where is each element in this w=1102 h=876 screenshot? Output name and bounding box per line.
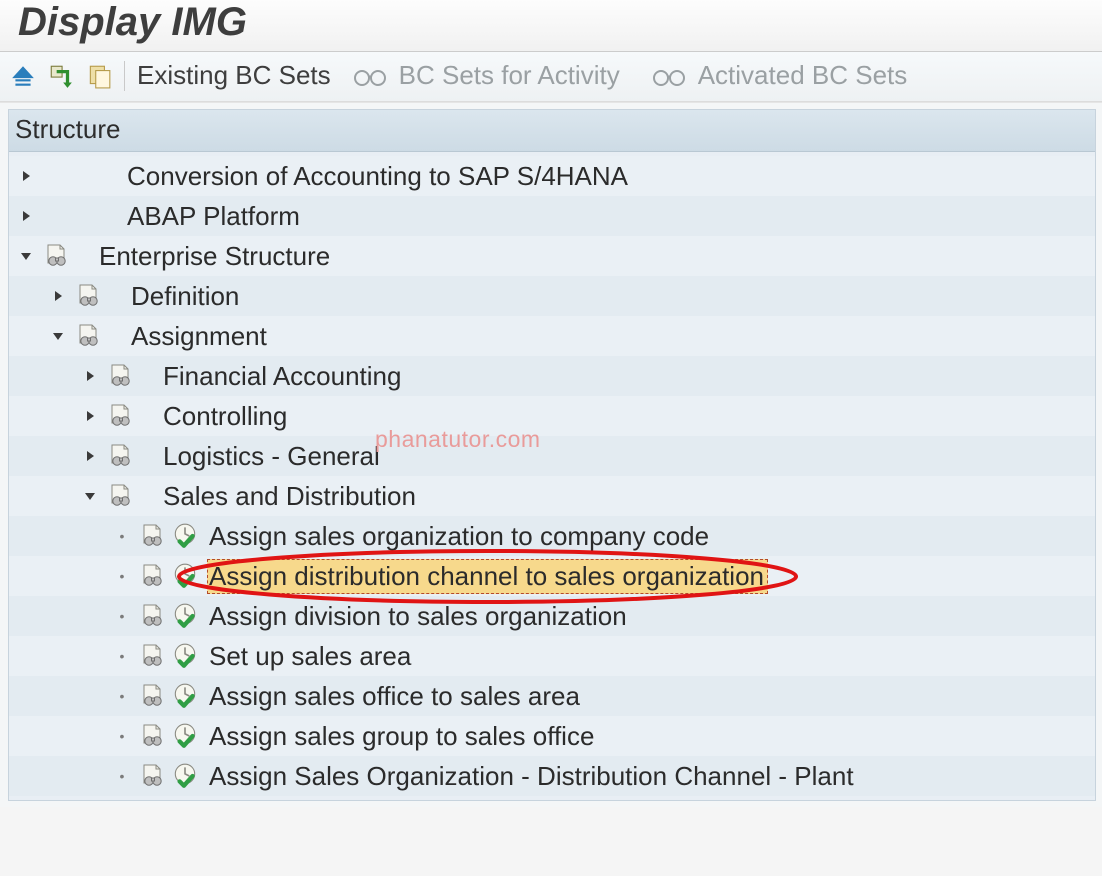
tree-node-label[interactable]: Assign sales group to sales office	[207, 721, 596, 752]
img-activity-icon[interactable]	[73, 321, 103, 351]
tree-node-label[interactable]: ABAP Platform	[125, 201, 302, 232]
execute-activity-icon[interactable]	[171, 682, 199, 710]
img-activity-icon[interactable]	[73, 281, 103, 311]
execute-activity-icon[interactable]	[171, 722, 199, 750]
tree-row[interactable]: • Assign division to sales organization	[9, 596, 1095, 636]
glasses-icon	[353, 65, 387, 87]
leaf-bullet-icon: •	[113, 688, 131, 704]
expand-arrow-icon[interactable]	[81, 370, 99, 382]
tree-node-label[interactable]: Assign Sales Organization - Distribution…	[207, 761, 856, 792]
img-activity-icon[interactable]	[137, 761, 167, 791]
leaf-bullet-icon: •	[113, 608, 131, 624]
img-activity-icon[interactable]	[105, 361, 135, 391]
tree-row[interactable]: ABAP Platform	[9, 196, 1095, 236]
tree-row[interactable]: Assignment	[9, 316, 1095, 356]
leaf-bullet-icon: •	[113, 728, 131, 744]
tree-node-label[interactable]: Assign distribution channel to sales org…	[207, 559, 768, 594]
page-title: Display IMG	[18, 0, 247, 44]
structure-tree: Conversion of Accounting to SAP S/4HANA A…	[9, 152, 1095, 800]
collapse-arrow-icon[interactable]	[49, 330, 67, 342]
toolbar: Existing BC Sets BC Sets for Activity Ac…	[0, 52, 1102, 102]
tree-node-label[interactable]: Assign sales office to sales area	[207, 681, 582, 712]
bc-sets-for-activity-button: BC Sets for Activity	[399, 60, 620, 91]
tree-row[interactable]: Sales and Distribution	[9, 476, 1095, 516]
tree-row[interactable]: • Assign Sales Organization - Distributi…	[9, 756, 1095, 796]
img-activity-icon[interactable]	[137, 641, 167, 671]
expand-all-icon[interactable]	[10, 63, 36, 89]
tree-row[interactable]: • Assign sales organization to company c…	[9, 516, 1095, 556]
collapse-arrow-icon[interactable]	[81, 490, 99, 502]
expand-arrow-icon[interactable]	[17, 170, 35, 182]
tree-row[interactable]: Logistics - General	[9, 436, 1095, 476]
tree-row[interactable]: Financial Accounting	[9, 356, 1095, 396]
execute-activity-icon[interactable]	[171, 562, 199, 590]
leaf-bullet-icon: •	[113, 768, 131, 784]
img-activity-icon[interactable]	[105, 481, 135, 511]
tree-row[interactable]: Controlling	[9, 396, 1095, 436]
tree-row[interactable]: • Assign sales group to sales office	[9, 716, 1095, 756]
tree-row[interactable]: Definition	[9, 276, 1095, 316]
collapse-arrow-icon[interactable]	[17, 250, 35, 262]
img-activity-icon[interactable]	[137, 561, 167, 591]
activated-bc-sets-button: Activated BC Sets	[698, 60, 908, 91]
tree-row[interactable]: • Assign sales office to sales area	[9, 676, 1095, 716]
leaf-bullet-icon: •	[113, 648, 131, 664]
tree-row[interactable]: • Set up sales area	[9, 636, 1095, 676]
title-bar: Display IMG	[0, 0, 1102, 52]
tree-node-label[interactable]: Set up sales area	[207, 641, 413, 672]
insert-node-icon[interactable]	[48, 63, 74, 89]
main-area: Structure Conversion of Accounting to SA…	[0, 102, 1102, 807]
img-activity-icon[interactable]	[137, 601, 167, 631]
expand-arrow-icon[interactable]	[17, 210, 35, 222]
tree-row[interactable]: Conversion of Accounting to SAP S/4HANA	[9, 156, 1095, 196]
tree-node-label[interactable]: Assign division to sales organization	[207, 601, 629, 632]
img-activity-icon[interactable]	[105, 441, 135, 471]
panel-header: Structure	[9, 110, 1095, 152]
execute-activity-icon[interactable]	[171, 602, 199, 630]
tree-node-label[interactable]: Sales and Distribution	[161, 481, 418, 512]
execute-activity-icon[interactable]	[171, 522, 199, 550]
paste-icon[interactable]	[86, 63, 112, 89]
img-activity-icon[interactable]	[137, 681, 167, 711]
existing-bc-sets-button[interactable]: Existing BC Sets	[137, 60, 331, 91]
leaf-bullet-icon: •	[113, 528, 131, 544]
img-activity-icon[interactable]	[41, 241, 71, 271]
tree-node-label[interactable]: Controlling	[161, 401, 289, 432]
tree-node-label[interactable]: Assignment	[129, 321, 269, 352]
tree-node-label[interactable]: Conversion of Accounting to SAP S/4HANA	[125, 161, 630, 192]
tree-node-label[interactable]: Definition	[129, 281, 241, 312]
expand-arrow-icon[interactable]	[49, 290, 67, 302]
glasses-icon	[652, 65, 686, 87]
structure-panel: Structure Conversion of Accounting to SA…	[8, 109, 1096, 801]
tree-node-label[interactable]: Logistics - General	[161, 441, 382, 472]
expand-arrow-icon[interactable]	[81, 450, 99, 462]
execute-activity-icon[interactable]	[171, 762, 199, 790]
tree-node-label[interactable]: Financial Accounting	[161, 361, 403, 392]
img-activity-icon[interactable]	[137, 521, 167, 551]
expand-arrow-icon[interactable]	[81, 410, 99, 422]
leaf-bullet-icon: •	[113, 568, 131, 584]
tree-node-label[interactable]: Enterprise Structure	[97, 241, 332, 272]
img-activity-icon[interactable]	[137, 721, 167, 751]
tree-row[interactable]: Enterprise Structure	[9, 236, 1095, 276]
toolbar-separator	[124, 61, 125, 91]
tree-row[interactable]: • Assign distribution channel to sales o…	[9, 556, 1095, 596]
tree-node-label[interactable]: Assign sales organization to company cod…	[207, 521, 711, 552]
img-activity-icon[interactable]	[105, 401, 135, 431]
execute-activity-icon[interactable]	[171, 642, 199, 670]
